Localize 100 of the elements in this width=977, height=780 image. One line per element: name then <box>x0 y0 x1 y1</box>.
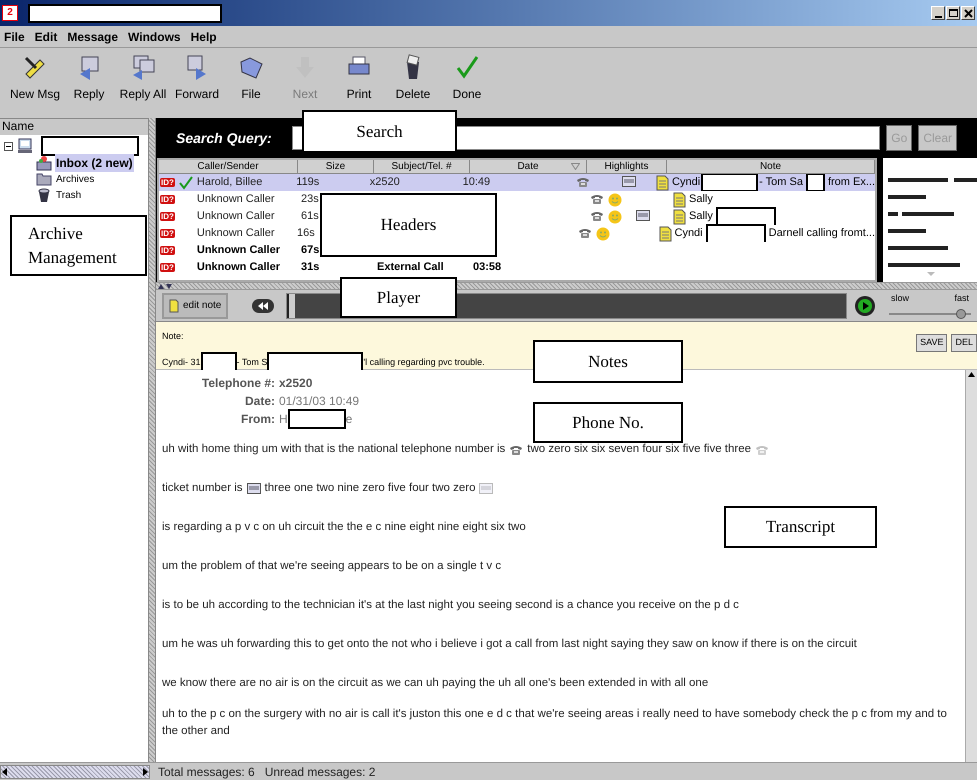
table-cell-text: from Ex... <box>828 175 876 190</box>
table-cell-text: Unknown Caller <box>196 192 275 208</box>
column-header[interactable]: Size <box>298 160 374 174</box>
note-icon <box>673 192 686 208</box>
column-header[interactable]: Date <box>470 160 587 174</box>
transcript-text: uh to the p c on the surgery with no air is call it's juston this one e d c that we're seeing areas i really need to have somebody check the p c from my and to the other and <box>162 706 948 738</box>
table-cell: 16s <box>296 227 315 240</box>
table-cell-text: Harold, Billee <box>196 175 262 190</box>
id-badge: ID? <box>160 212 175 221</box>
collapse-icon[interactable] <box>4 142 13 150</box>
note-icon <box>658 226 672 242</box>
blank-box <box>288 409 346 429</box>
speed-label: slow <box>891 292 910 305</box>
inbox-icon <box>36 155 52 171</box>
id-badge: ID? <box>160 229 175 238</box>
left-arrow-icon[interactable] <box>1 768 9 776</box>
transcript-text: three one two nine zero five four two zero <box>264 481 476 496</box>
phone-icon <box>590 210 604 224</box>
annotation-tooltip: Notes <box>533 340 683 383</box>
table-cell-text: Cyndi <box>672 175 700 190</box>
column-header[interactable]: Note <box>667 160 875 174</box>
checkmark-icon <box>178 176 193 190</box>
transcript-text: two zero six six seven four six five five three <box>527 442 751 457</box>
annotation-tooltip: Headers <box>320 193 497 257</box>
menu-item[interactable]: Edit <box>34 28 58 46</box>
field-label: From: <box>240 411 275 428</box>
play-icon <box>858 298 872 312</box>
field-value: H <box>279 411 288 428</box>
search-label: Search Query: <box>176 128 272 148</box>
transcript-text: ticket number is <box>162 481 243 496</box>
table-cell-text: Sally <box>689 209 713 224</box>
table-cell: 03:58 <box>473 261 502 274</box>
tree-item[interactable]: Archives <box>55 172 96 186</box>
tree-item[interactable]: Trash <box>55 188 82 202</box>
annotation-tooltip: Search <box>302 110 457 153</box>
table-cell: 119s <box>296 176 320 188</box>
transcript-text: uh with home thing um with that is the national telephone number is <box>162 442 506 457</box>
field-label: Telephone #: <box>200 375 275 392</box>
status-text: Total messages: 6 <box>158 764 255 780</box>
note-button[interactable]: SAVE <box>916 334 948 352</box>
menu-item[interactable]: Windows <box>128 28 181 46</box>
blank-box <box>706 224 766 244</box>
rewind-button[interactable] <box>252 298 274 312</box>
ticket-icon <box>636 210 650 224</box>
note-text: Cyndi- 31 <box>162 356 201 369</box>
table-row[interactable]: ID? Harold, Billee 119s x2520 10:49 Cyndi - Tom Sa from Ex... <box>159 174 875 191</box>
table-cell: 31s <box>301 261 320 274</box>
table-cell: External Call <box>377 261 444 274</box>
trash-can-icon <box>36 187 52 203</box>
toolbar-button[interactable]: Delete <box>386 54 440 103</box>
smiley-icon <box>596 226 610 240</box>
table-cell-text: - Tom Sa <box>759 175 803 190</box>
play-button[interactable] <box>855 296 875 316</box>
column-header[interactable]: Caller/Sender <box>159 160 298 174</box>
menu-item[interactable]: Help <box>190 28 217 46</box>
toolbar-button[interactable]: Print <box>332 54 386 103</box>
id-badge: ID? <box>160 178 175 187</box>
playback-thumb[interactable] <box>287 294 296 318</box>
field-value: e <box>346 411 352 428</box>
status-text: Unread messages: 2 <box>264 764 376 780</box>
toolbar-button[interactable]: New Msg <box>8 54 62 103</box>
transcript-text: is regarding a p v c on uh circuit the the e c nine eight nine eight six two <box>162 520 526 535</box>
toolbar-button[interactable]: Forward <box>170 54 224 103</box>
speed-label: fast <box>954 292 969 305</box>
note-label: Note: <box>162 330 185 343</box>
note-button[interactable]: DEL <box>951 334 977 352</box>
toolbar-button[interactable]: Reply <box>62 54 116 103</box>
up-arrow-icon[interactable] <box>158 284 164 288</box>
table-cell: 61s <box>301 210 319 222</box>
annotation-tooltip: Transcript <box>724 506 877 548</box>
transcript-text: um the problem of that we're seeing appears to be on a single t v c <box>162 559 502 574</box>
smiley-icon <box>608 192 622 206</box>
column-header: Name <box>1 118 34 135</box>
table-cell-text: Unknown Caller <box>196 260 280 276</box>
transcript-text: um he was uh forwarding this to get onto the not who i believe i got a call from last night saying they saw on know if there is on the circuit <box>162 637 857 652</box>
note-icon <box>673 208 686 224</box>
toolbar-button[interactable]: Reply All <box>116 54 170 103</box>
table-cell-text: Unknown Caller <box>196 243 280 258</box>
slider-thumb[interactable] <box>956 309 966 320</box>
table-cell-text: Cyndi <box>674 226 703 242</box>
vertical-scrollbar[interactable] <box>965 370 977 762</box>
column-header[interactable]: Highlights <box>587 160 667 174</box>
table-cell-text: Darnell calling fromt... <box>768 226 875 242</box>
toolbar-button[interactable]: Done <box>440 54 494 103</box>
down-arrow-icon[interactable] <box>166 284 172 288</box>
note-text: - Tom S <box>236 356 268 369</box>
right-arrow-icon[interactable] <box>141 768 149 776</box>
edit-note-button[interactable]: edit note <box>162 292 228 318</box>
column-header[interactable]: Subject/Tel. # <box>374 160 470 174</box>
id-badge: ID? <box>160 246 175 255</box>
toolbar-button[interactable]: File <box>224 54 278 103</box>
menu-item[interactable]: Message <box>67 28 118 46</box>
phone-icon <box>578 226 592 240</box>
up-arrow-icon[interactable] <box>968 372 975 377</box>
note-text: 'l calling regarding pvc trouble. <box>363 356 485 369</box>
menu-item[interactable]: File <box>4 28 25 46</box>
horizontal-scrollbar[interactable] <box>0 764 150 778</box>
note-icon <box>169 298 179 312</box>
rewind-icon <box>258 302 268 310</box>
tree-item[interactable]: Inbox (2 new) <box>55 154 134 172</box>
